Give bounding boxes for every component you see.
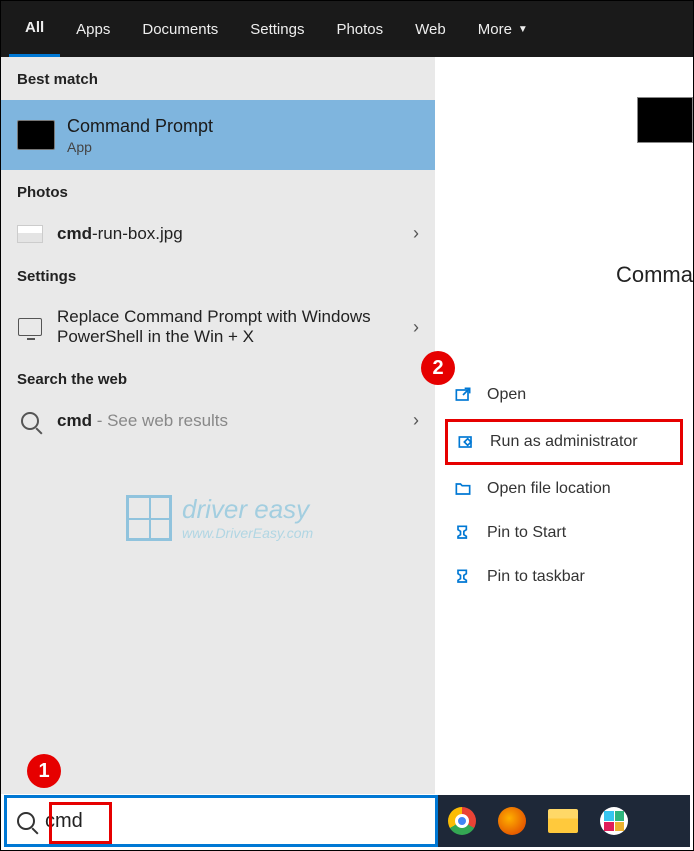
chevron-right-icon[interactable]: ›: [413, 317, 419, 338]
tab-settings[interactable]: Settings: [234, 1, 320, 57]
chevron-right-icon[interactable]: ›: [413, 223, 419, 244]
section-best-match: Best match: [1, 57, 435, 100]
tab-photos[interactable]: Photos: [320, 1, 399, 57]
match-text: cmd: [57, 411, 92, 430]
tab-all[interactable]: All: [9, 1, 60, 57]
shield-icon: [456, 432, 476, 452]
rest-text: -run-box.jpg: [92, 224, 183, 243]
search-icon: [17, 812, 35, 830]
web-result-label: cmd - See web results: [57, 411, 399, 431]
detail-title: Comma: [435, 262, 693, 288]
photo-result[interactable]: cmd-run-box.jpg ›: [1, 213, 435, 254]
search-filter-tabs: All Apps Documents Settings Photos Web M…: [1, 1, 693, 57]
windows-search-box[interactable]: [4, 795, 438, 847]
chevron-down-icon: ▼: [518, 24, 528, 35]
action-label: Pin to Start: [487, 524, 566, 542]
pin-icon: [453, 523, 473, 543]
tab-documents[interactable]: Documents: [126, 1, 234, 57]
match-text: cmd: [57, 224, 92, 243]
pin-icon: [453, 567, 473, 587]
tab-more[interactable]: More ▼: [462, 1, 544, 57]
section-photos: Photos: [1, 170, 435, 213]
search-input[interactable]: [45, 810, 425, 833]
action-open[interactable]: Open: [445, 375, 683, 415]
actions-list: Open Run as administrator Open file loca…: [445, 375, 683, 597]
photo-result-label: cmd-run-box.jpg: [57, 224, 399, 244]
rest-text: - See web results: [92, 411, 228, 430]
section-settings: Settings: [1, 254, 435, 297]
best-match-subtitle: App: [67, 139, 213, 155]
command-prompt-icon: [17, 120, 55, 150]
action-label: Run as administrator: [490, 433, 638, 451]
best-match-result[interactable]: Command Prompt App: [1, 100, 435, 170]
annotation-badge-1: 1: [27, 754, 61, 788]
search-icon: [21, 412, 39, 430]
open-icon: [453, 385, 473, 405]
folder-icon: [453, 479, 473, 499]
action-label: Open file location: [487, 480, 611, 498]
command-prompt-icon: [637, 97, 693, 143]
action-pin-to-start[interactable]: Pin to Start: [445, 513, 683, 553]
action-label: Open: [487, 386, 526, 404]
monitor-icon: [18, 318, 42, 336]
results-list: Best match Command Prompt App Photos cmd…: [1, 57, 435, 794]
action-pin-to-taskbar[interactable]: Pin to taskbar: [445, 557, 683, 597]
section-search-web: Search the web: [1, 357, 435, 400]
file-explorer-icon[interactable]: [548, 809, 578, 833]
slack-icon[interactable]: [600, 807, 628, 835]
annotation-badge-2: 2: [421, 351, 455, 385]
settings-result-label: Replace Command Prompt with Windows Powe…: [57, 307, 399, 347]
tab-apps[interactable]: Apps: [60, 1, 126, 57]
settings-result[interactable]: Replace Command Prompt with Windows Powe…: [1, 297, 435, 357]
best-match-title: Command Prompt: [67, 116, 213, 137]
chrome-icon[interactable]: [448, 807, 476, 835]
tab-more-label: More: [478, 21, 512, 38]
taskbar: [438, 795, 690, 847]
firefox-icon[interactable]: [498, 807, 526, 835]
chevron-right-icon[interactable]: ›: [413, 410, 419, 431]
action-label: Pin to taskbar: [487, 568, 585, 586]
action-open-file-location[interactable]: Open file location: [445, 469, 683, 509]
tab-web[interactable]: Web: [399, 1, 462, 57]
action-run-as-administrator[interactable]: Run as administrator: [445, 419, 683, 465]
image-icon: [17, 225, 43, 243]
detail-panel: Comma Open Run as administrator Open fil…: [435, 57, 693, 794]
web-result[interactable]: cmd - See web results ›: [1, 400, 435, 441]
